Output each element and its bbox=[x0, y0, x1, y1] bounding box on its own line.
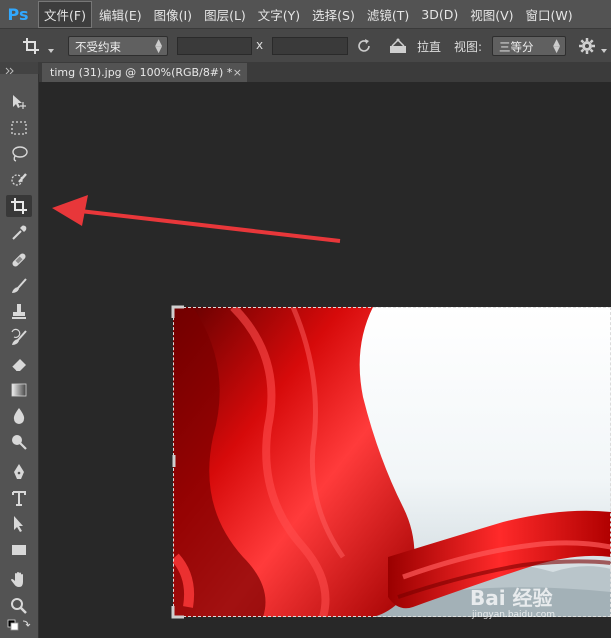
baidu-watermark: Bai 经验 bbox=[470, 586, 553, 610]
baidu-watermark-url: jingyan.baidu.com bbox=[472, 610, 556, 620]
crop-handle-bottom-left[interactable] bbox=[171, 605, 185, 619]
crop-handle-top-left[interactable] bbox=[171, 305, 185, 319]
crop-handle-left[interactable] bbox=[171, 454, 177, 468]
crop-marquee[interactable] bbox=[173, 307, 611, 617]
